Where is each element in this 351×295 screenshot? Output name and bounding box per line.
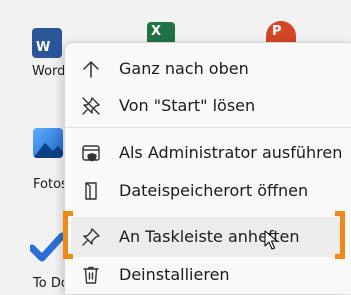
menu-item-unpin-from-start[interactable]: Von "Start" lösen xyxy=(67,86,351,126)
app-label-word: Word xyxy=(32,64,66,79)
app-label-photos: Fotos xyxy=(33,177,68,192)
app-tile-word[interactable]: W Word xyxy=(0,0,66,90)
context-menu: Ganz nach oben Von "Start" lösen Als Adm… xyxy=(64,42,351,294)
menu-item-open-file-location[interactable]: Dateispeicherort öffnen xyxy=(67,171,351,211)
shield-window-icon xyxy=(81,143,101,163)
excel-icon: X xyxy=(147,22,175,42)
menu-item-label: Als Administrator ausführen xyxy=(119,143,343,162)
word-icon: W xyxy=(32,28,62,58)
folder-location-icon xyxy=(81,181,101,201)
pin-icon xyxy=(81,227,101,247)
powerpoint-icon: P xyxy=(266,21,296,42)
menu-item-run-as-admin[interactable]: Als Administrator ausführen xyxy=(67,133,351,173)
menu-item-label: Ganz nach oben xyxy=(119,59,249,78)
mouse-cursor-icon xyxy=(264,230,280,250)
unpin-icon xyxy=(81,96,101,116)
menu-item-uninstall[interactable]: Deinstallieren xyxy=(67,255,351,295)
highlight-bracket-right xyxy=(335,211,345,259)
arrow-up-icon xyxy=(81,59,101,79)
menu-item-move-to-top[interactable]: Ganz nach oben xyxy=(67,49,351,89)
photos-icon xyxy=(33,128,63,158)
menu-item-pin-to-taskbar[interactable]: An Taskleiste anheften xyxy=(71,217,340,257)
highlight-bracket-left xyxy=(63,211,73,259)
trash-icon xyxy=(81,265,101,285)
menu-divider xyxy=(65,127,351,128)
todo-icon xyxy=(28,232,66,262)
menu-item-label: Dateispeicherort öffnen xyxy=(119,181,309,200)
menu-item-label: Von "Start" lösen xyxy=(119,96,256,115)
menu-item-label: Deinstallieren xyxy=(119,265,230,284)
